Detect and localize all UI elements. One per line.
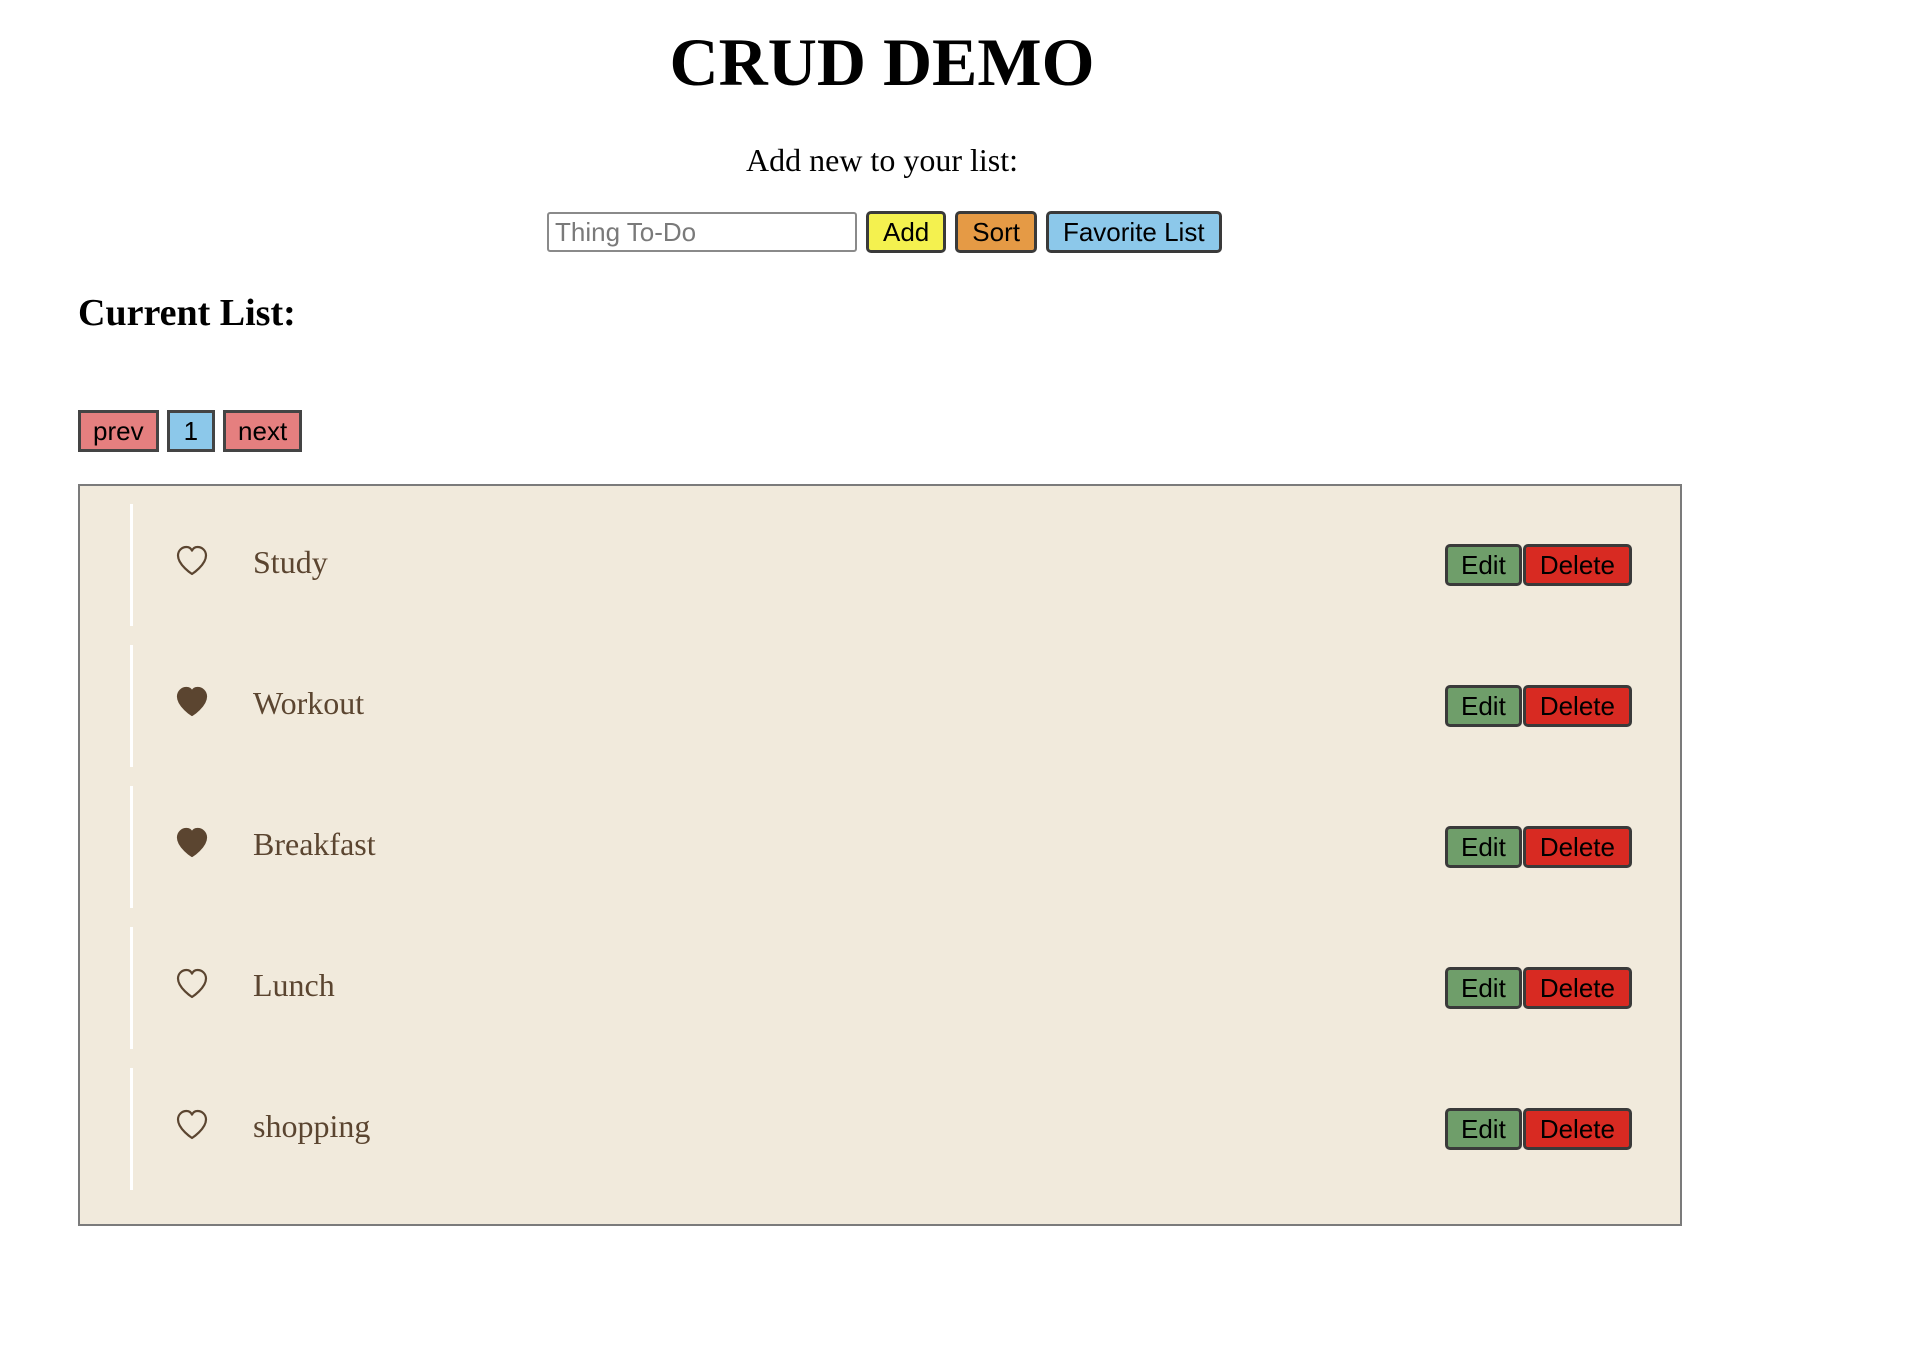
list-item: Lunch Edit Delete <box>130 927 1632 1049</box>
list-item: shopping Edit Delete <box>130 1068 1632 1190</box>
page-title: CRUD DEMO <box>669 24 1095 100</box>
item-actions: Edit Delete <box>1445 1108 1632 1150</box>
page-1-button[interactable]: 1 <box>166 410 216 452</box>
add-form: Add Sort Favorite List <box>547 211 1222 253</box>
list-item-text: Workout <box>253 685 365 721</box>
item-actions: Edit Delete <box>1445 544 1632 586</box>
item-actions: Edit Delete <box>1445 685 1632 727</box>
heart-filled-icon[interactable] <box>175 685 209 719</box>
favorite-list-button[interactable]: Favorite List <box>1045 211 1222 253</box>
pagination: prev 1 next <box>78 410 303 452</box>
heart-outline-icon[interactable] <box>175 544 209 578</box>
heart-outline-icon[interactable] <box>175 1108 209 1142</box>
list-item-text: Breakfast <box>253 826 376 862</box>
add-button[interactable]: Add <box>866 211 947 253</box>
edit-button[interactable]: Edit <box>1445 685 1522 727</box>
heart-outline-icon[interactable] <box>175 967 209 1001</box>
delete-button[interactable]: Delete <box>1522 967 1632 1009</box>
list-item: Study Edit Delete <box>130 504 1632 626</box>
list-item-text: Study <box>253 544 328 580</box>
list-item-text: shopping <box>253 1108 371 1144</box>
next-page-button[interactable]: next <box>223 410 303 452</box>
item-actions: Edit Delete <box>1445 967 1632 1009</box>
todo-list-container: Study Edit Delete Workout Edit Delete Br… <box>78 484 1682 1226</box>
list-item: Workout Edit Delete <box>130 645 1632 767</box>
todo-input[interactable] <box>547 212 857 252</box>
page: CRUD DEMO Add new to your list: Add Sort… <box>0 0 1910 1366</box>
list-item-text: Lunch <box>253 967 335 1003</box>
edit-button[interactable]: Edit <box>1445 967 1522 1009</box>
current-list-heading: Current List: <box>78 292 296 334</box>
edit-button[interactable]: Edit <box>1445 544 1522 586</box>
edit-button[interactable]: Edit <box>1445 1108 1522 1150</box>
delete-button[interactable]: Delete <box>1522 1108 1632 1150</box>
prev-page-button[interactable]: prev <box>78 410 159 452</box>
delete-button[interactable]: Delete <box>1522 685 1632 727</box>
todo-list: Study Edit Delete Workout Edit Delete Br… <box>130 504 1632 1209</box>
delete-button[interactable]: Delete <box>1522 826 1632 868</box>
sort-button[interactable]: Sort <box>955 211 1037 253</box>
add-new-subtitle: Add new to your list: <box>746 142 1018 178</box>
list-item: Breakfast Edit Delete <box>130 786 1632 908</box>
delete-button[interactable]: Delete <box>1522 544 1632 586</box>
heart-filled-icon[interactable] <box>175 826 209 860</box>
item-actions: Edit Delete <box>1445 826 1632 868</box>
edit-button[interactable]: Edit <box>1445 826 1522 868</box>
